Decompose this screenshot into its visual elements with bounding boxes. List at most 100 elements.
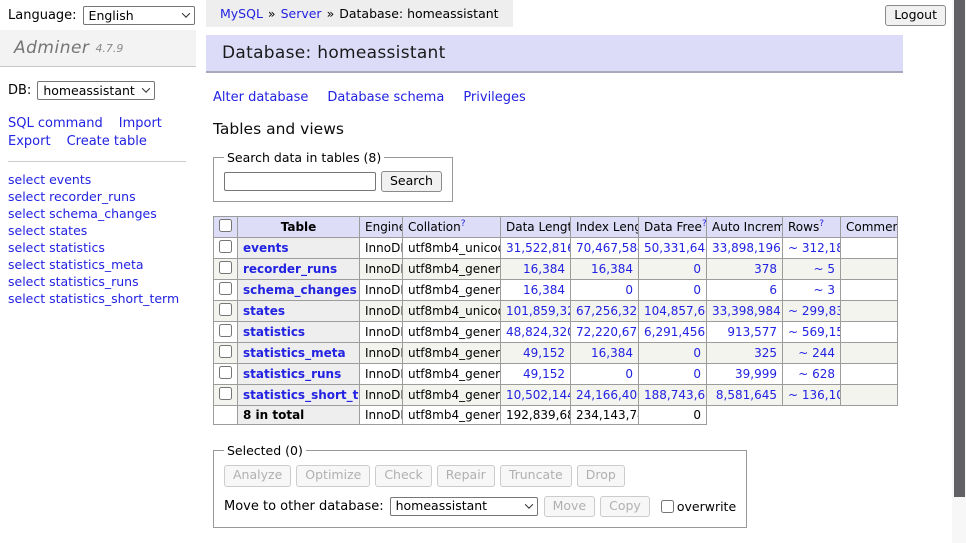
engine-cell: InnoDB (360, 364, 403, 385)
drop-button[interactable]: Drop (577, 465, 625, 486)
sidebar-select-statistics-short-term[interactable]: select statistics_short_term (8, 291, 196, 307)
auto-increment-cell[interactable]: 325 (707, 343, 783, 364)
data-free-cell[interactable]: 0 (639, 343, 707, 364)
breadcrumb-separator: » (327, 6, 335, 21)
vertical-scrollbar[interactable] (952, 0, 966, 543)
select-all-checkbox[interactable] (219, 219, 232, 232)
move-button[interactable]: Move (544, 496, 596, 517)
table-link-statistics-short-term[interactable]: statistics_short_term (243, 388, 360, 402)
move-buttons: MoveCopy (544, 496, 655, 517)
rows-cell[interactable]: ~ 299,833 (783, 301, 841, 322)
table-link-events[interactable]: events (243, 241, 289, 255)
db-link-alter-database[interactable]: Alter database (213, 90, 308, 105)
sidebar-action-sql-command[interactable]: SQL command (8, 116, 103, 131)
rows-cell[interactable]: ~ 136,108 (783, 385, 841, 406)
analyze-button[interactable]: Analyze (224, 465, 291, 486)
row-checkbox[interactable] (219, 303, 232, 316)
sidebar-select-schema-changes[interactable]: select schema_changes (8, 206, 196, 222)
rows-cell[interactable]: ~ 628 (783, 364, 841, 385)
sidebar-select-statistics-meta[interactable]: select statistics_meta (8, 257, 196, 273)
auto-increment-cell[interactable]: 378 (707, 259, 783, 280)
row-checkbox[interactable] (219, 345, 232, 358)
sidebar-select-statistics[interactable]: select statistics (8, 240, 196, 256)
table-link-statistics[interactable]: statistics (243, 325, 305, 339)
help-link[interactable]: ? (702, 219, 707, 229)
index-length-cell[interactable]: 16,384 (571, 343, 639, 364)
language-select[interactable]: English (83, 6, 195, 25)
adminer-logo[interactable]: Adminer (14, 38, 89, 58)
data-length-cell[interactable]: 16,384 (501, 280, 571, 301)
search-input[interactable] (224, 172, 376, 191)
sidebar-select-recorder-runs[interactable]: select recorder_runs (8, 189, 196, 205)
breadcrumb-link-server[interactable]: Server (281, 6, 322, 21)
data-length-cell[interactable]: 31,522,816 (501, 238, 571, 259)
table-link-recorder-runs[interactable]: recorder_runs (243, 262, 337, 276)
data-length-cell[interactable]: 10,502,144 (501, 385, 571, 406)
data-length-cell[interactable]: 16,384 (501, 259, 571, 280)
sidebar-select-states[interactable]: select states (8, 223, 196, 239)
rows-cell[interactable]: ~ 244 (783, 343, 841, 364)
index-length-cell[interactable]: 24,166,400 (571, 385, 639, 406)
breadcrumb-separator: » (268, 6, 276, 21)
auto-increment-cell[interactable]: 6 (707, 280, 783, 301)
copy-button[interactable]: Copy (600, 496, 650, 517)
sidebar-select-statistics-runs[interactable]: select statistics_runs (8, 274, 196, 290)
auto-increment-cell[interactable]: 33,398,984 (707, 301, 783, 322)
db-link-privileges[interactable]: Privileges (463, 90, 526, 105)
move-database-select[interactable]: homeassistant (390, 497, 538, 516)
scrollbar-thumb[interactable] (954, 0, 965, 497)
data-free-cell[interactable]: 0 (639, 280, 707, 301)
sidebar-action-import[interactable]: Import (119, 116, 162, 131)
search-button[interactable]: Search (381, 171, 442, 192)
row-checkbox[interactable] (219, 324, 232, 337)
data-length-cell[interactable]: 49,152 (501, 364, 571, 385)
help-link[interactable]: ? (461, 219, 466, 229)
rows-cell[interactable]: ~ 312,180 (783, 238, 841, 259)
table-link-statistics-runs[interactable]: statistics_runs (243, 367, 341, 381)
logout-button[interactable]: Logout (885, 5, 946, 26)
repair-button[interactable]: Repair (437, 465, 495, 486)
row-checkbox[interactable] (219, 366, 232, 379)
row-checkbox[interactable] (219, 282, 232, 295)
row-checkbox[interactable] (219, 387, 232, 400)
data-length-cell[interactable]: 48,824,320 (501, 322, 571, 343)
rows-cell[interactable]: ~ 569,159 (783, 322, 841, 343)
table-link-states[interactable]: states (243, 304, 285, 318)
index-length-cell[interactable]: 0 (571, 364, 639, 385)
data-free-cell[interactable]: 50,331,648 (639, 238, 707, 259)
index-length-cell[interactable]: 70,467,584 (571, 238, 639, 259)
move-selected-value: homeassistant (396, 498, 488, 513)
help-link[interactable]: ? (819, 219, 824, 229)
check-button[interactable]: Check (375, 465, 431, 486)
index-length-cell[interactable]: 16,384 (571, 259, 639, 280)
data-free-cell[interactable]: 0 (639, 364, 707, 385)
overwrite-checkbox[interactable] (661, 500, 674, 513)
data-free-cell[interactable]: 6,291,456 (639, 322, 707, 343)
data-free-cell[interactable]: 104,857,600 (639, 301, 707, 322)
auto-increment-cell[interactable]: 39,999 (707, 364, 783, 385)
sidebar-action-export[interactable]: Export (8, 134, 51, 149)
truncate-button[interactable]: Truncate (500, 465, 572, 486)
row-checkbox[interactable] (219, 240, 232, 253)
table-link-schema-changes[interactable]: schema_changes (243, 283, 357, 297)
auto-increment-cell[interactable]: 33,898,196 (707, 238, 783, 259)
breadcrumb-link-mysql[interactable]: MySQL (220, 6, 263, 21)
table-link-statistics-meta[interactable]: statistics_meta (243, 346, 346, 360)
sidebar-action-create-table[interactable]: Create table (67, 134, 147, 149)
data-length-cell[interactable]: 49,152 (501, 343, 571, 364)
data-free-cell[interactable]: 188,743,680 (639, 385, 707, 406)
index-length-cell[interactable]: 72,220,672 (571, 322, 639, 343)
index-length-cell[interactable]: 0 (571, 280, 639, 301)
data-free-cell[interactable]: 0 (639, 259, 707, 280)
rows-cell[interactable]: ~ 3 (783, 280, 841, 301)
index-length-cell[interactable]: 67,256,320 (571, 301, 639, 322)
row-checkbox[interactable] (219, 261, 232, 274)
rows-cell[interactable]: ~ 5 (783, 259, 841, 280)
optimize-button[interactable]: Optimize (296, 465, 370, 486)
auto-increment-cell[interactable]: 8,581,645 (707, 385, 783, 406)
data-length-cell[interactable]: 101,859,328 (501, 301, 571, 322)
auto-increment-cell[interactable]: 913,577 (707, 322, 783, 343)
db-select[interactable]: homeassistant (37, 81, 155, 100)
sidebar-select-events[interactable]: select events (8, 172, 196, 188)
db-link-database-schema[interactable]: Database schema (327, 90, 444, 105)
